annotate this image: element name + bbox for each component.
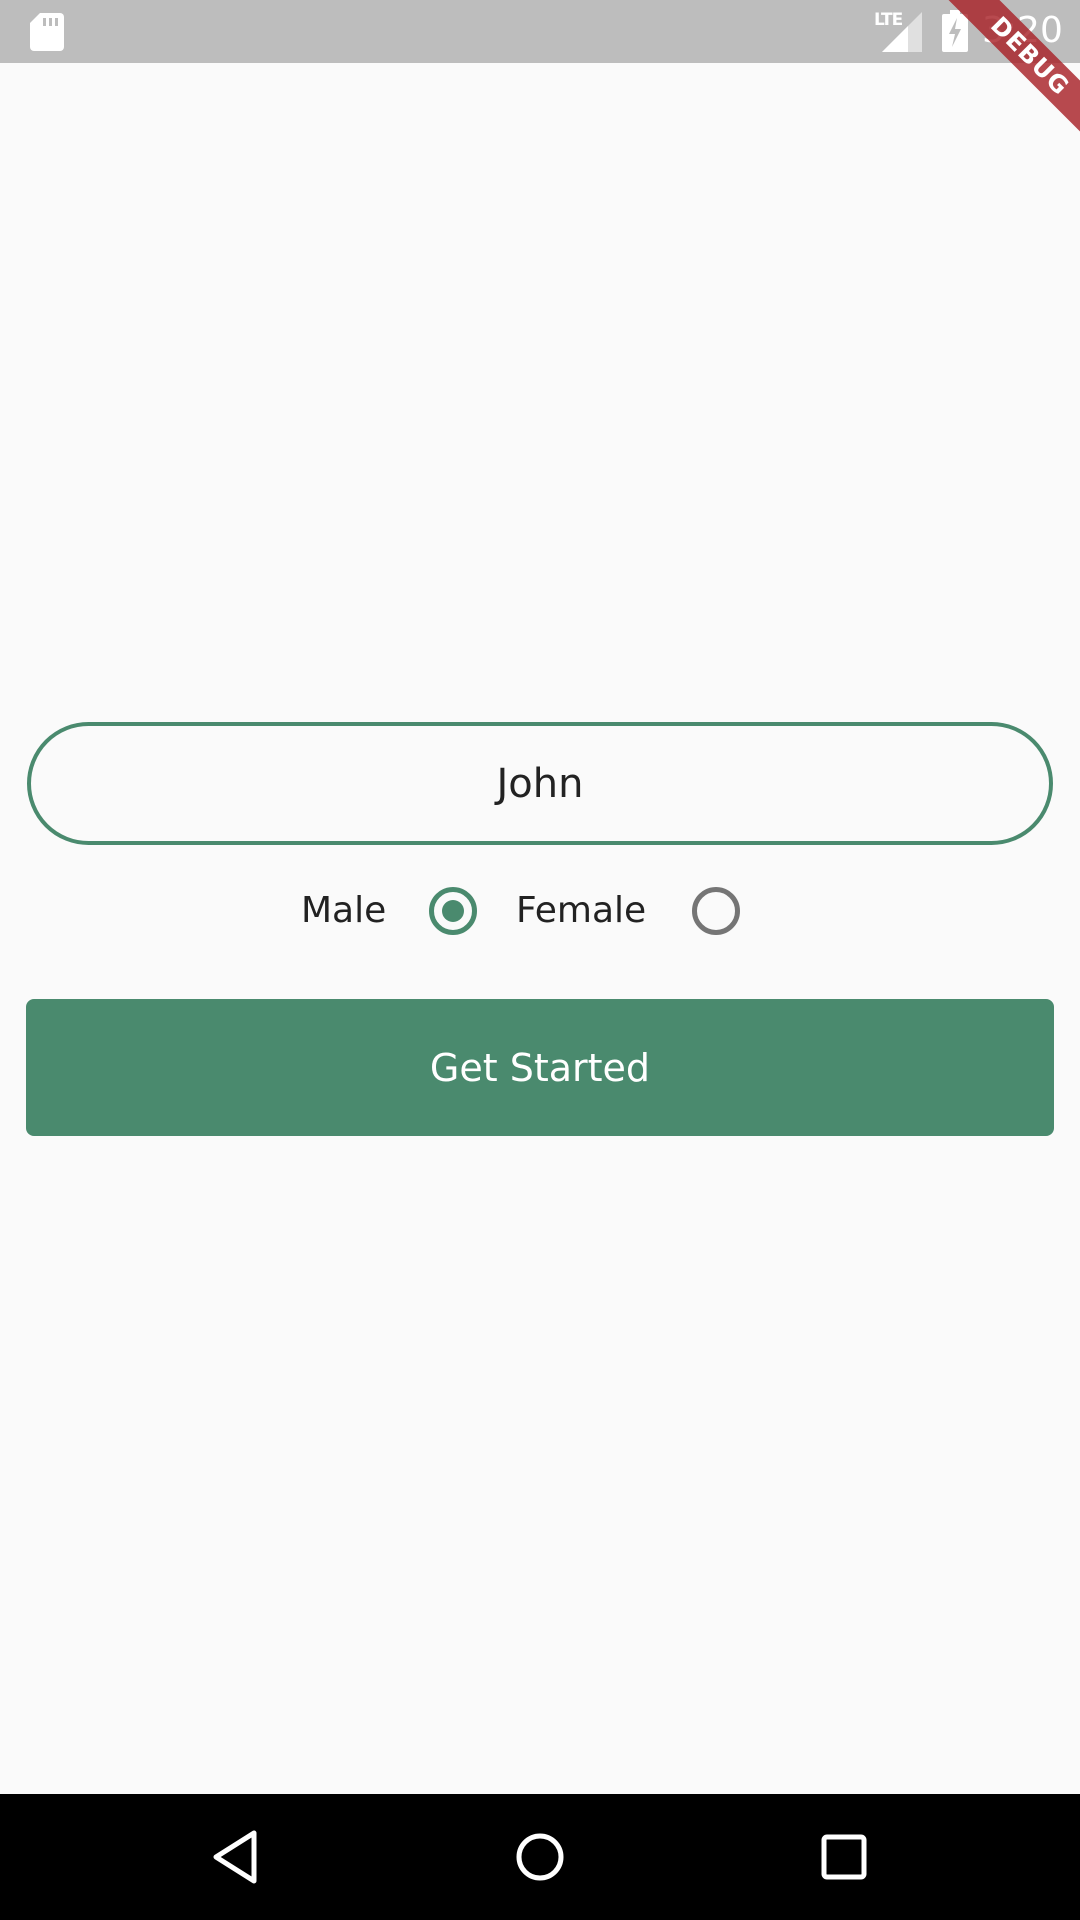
radio-selected-dot	[442, 900, 464, 922]
home-button[interactable]	[500, 1817, 580, 1897]
name-input[interactable]	[81, 760, 999, 807]
recents-button[interactable]	[804, 1817, 884, 1897]
home-icon	[516, 1833, 564, 1881]
recents-icon	[821, 1834, 867, 1880]
back-button[interactable]	[196, 1817, 276, 1897]
get-started-button[interactable]: Get Started	[26, 999, 1054, 1136]
female-label: Female	[516, 890, 647, 931]
name-field[interactable]	[27, 722, 1053, 845]
signal-icon	[882, 12, 922, 52]
male-label: Male	[301, 890, 387, 931]
status-bar: LTE 3:20	[0, 0, 1080, 63]
female-radio-button[interactable]	[692, 887, 740, 935]
gender-selector: Male Female	[0, 880, 1080, 942]
male-radio-button[interactable]	[429, 887, 477, 935]
back-icon	[213, 1830, 257, 1884]
sd-card-icon	[30, 13, 64, 51]
navigation-bar	[0, 1794, 1080, 1920]
